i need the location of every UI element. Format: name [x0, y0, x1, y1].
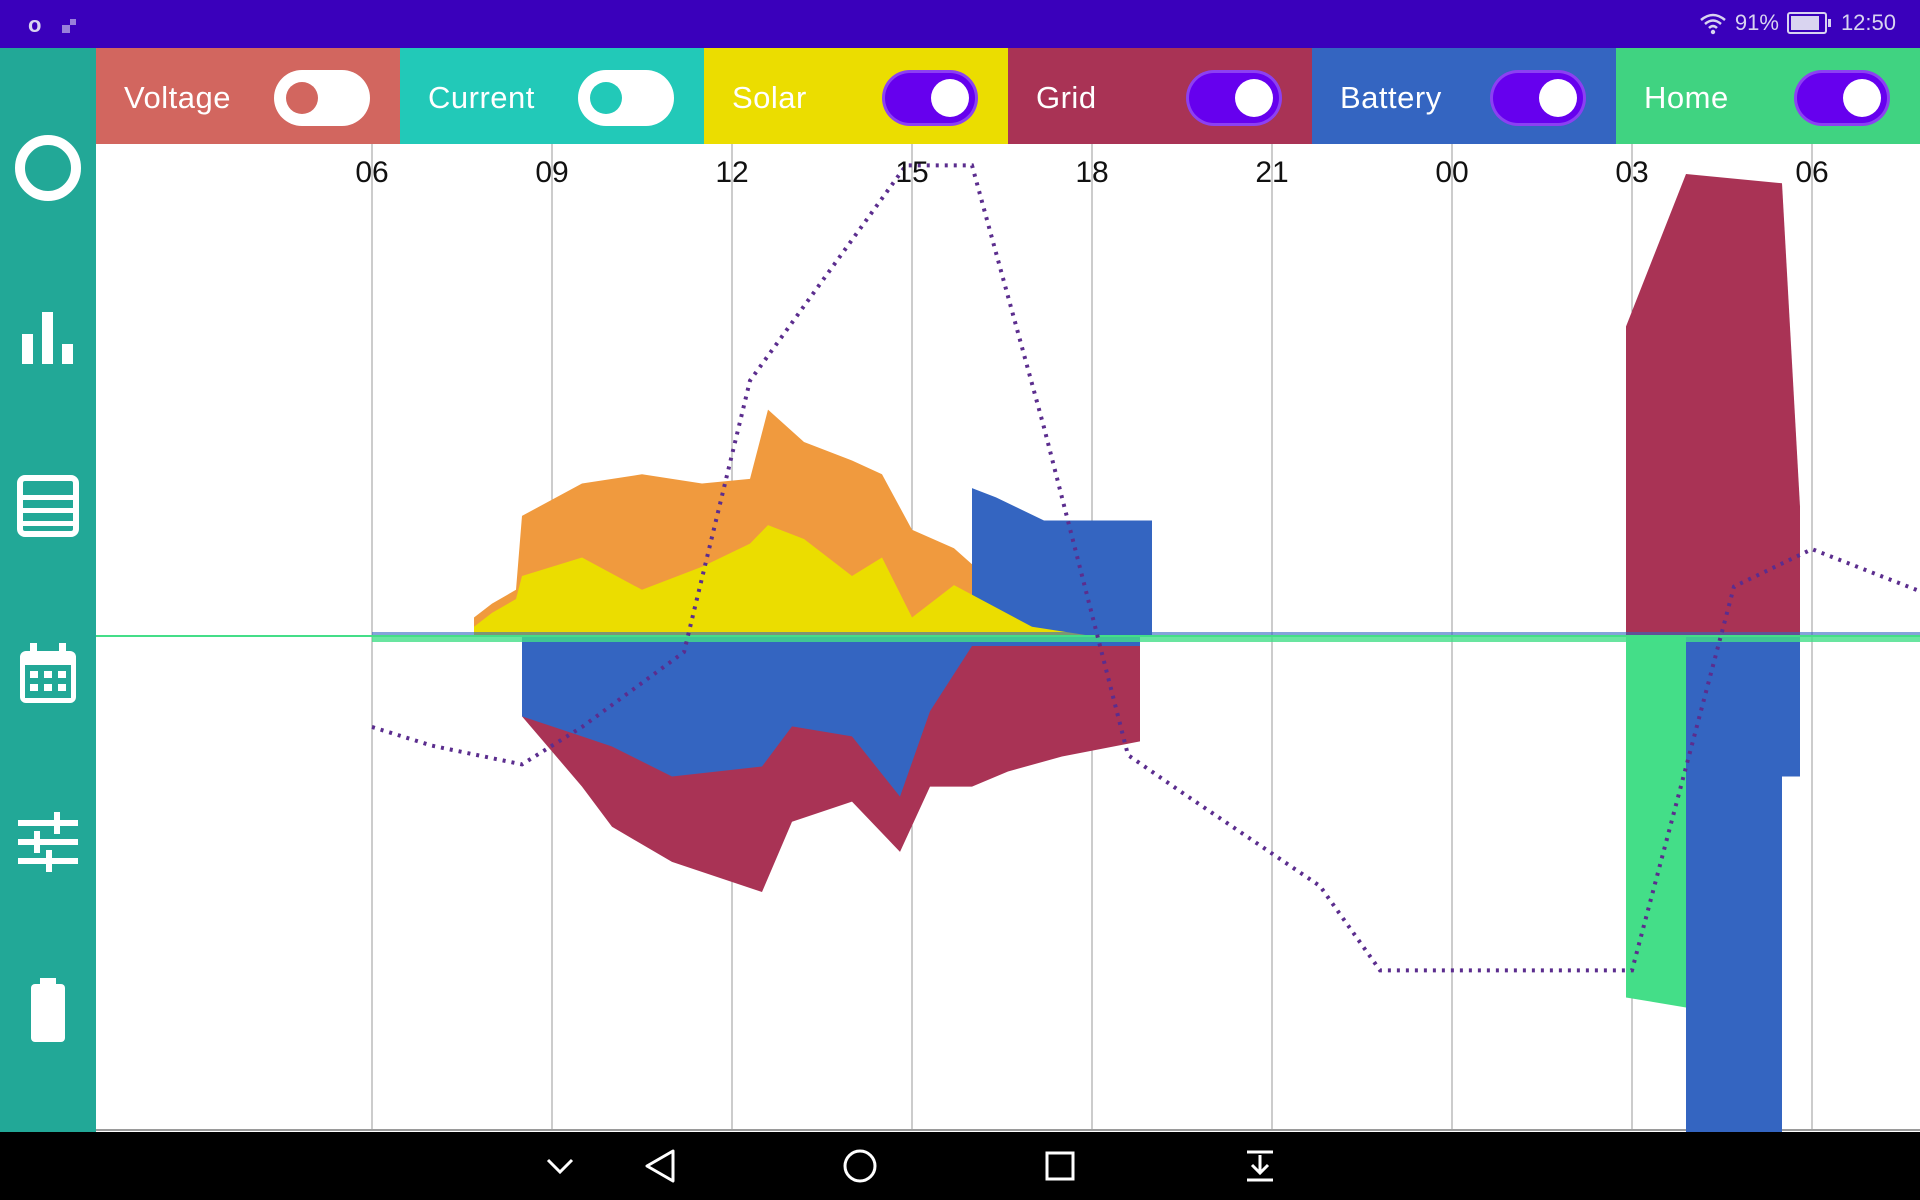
toggle-voltage: Voltage — [96, 48, 400, 144]
x-tick-label: 06 — [355, 156, 388, 189]
navigation-bar — [0, 1132, 1920, 1200]
recents-icon — [1045, 1151, 1075, 1181]
toggle-switch-current[interactable] — [578, 70, 674, 126]
battery-icon — [31, 978, 65, 1042]
toggle-battery: Battery — [1312, 48, 1616, 144]
toggle-label: Battery — [1340, 80, 1442, 115]
sidebar — [0, 48, 96, 1132]
sidebar-item-battery[interactable] — [14, 976, 82, 1044]
notification-pull-button[interactable] — [1240, 1146, 1280, 1186]
list-icon — [17, 475, 79, 537]
sidebar-item-log[interactable] — [14, 472, 82, 540]
home-button[interactable] — [840, 1146, 880, 1186]
x-tick-label: 03 — [1615, 156, 1648, 189]
toggle-solar: Solar — [704, 48, 1008, 144]
status-bar: o 91% 12:50 — [0, 0, 1920, 48]
toggle-home: Home — [1616, 48, 1920, 144]
chevron-down-icon — [546, 1158, 574, 1175]
x-tick-label: 18 — [1075, 156, 1108, 189]
battery-icon — [1786, 12, 1831, 34]
sidebar-item-settings[interactable] — [14, 808, 82, 876]
calendar-icon — [20, 643, 76, 703]
area-negative-battery — [1686, 636, 1782, 1132]
switch-knob — [1539, 79, 1577, 117]
x-tick-label: 12 — [715, 156, 748, 189]
battery-percent: 91% — [1734, 10, 1779, 35]
toggle-label: Grid — [1036, 80, 1097, 115]
toggle-grid: Grid — [1008, 48, 1312, 144]
back-button[interactable] — [640, 1146, 680, 1186]
toggle-label: Voltage — [124, 80, 231, 115]
bar-chart-icon — [22, 312, 73, 364]
toggle-switch-home[interactable] — [1794, 70, 1890, 126]
x-tick-label: 06 — [1795, 156, 1828, 189]
toggle-label: Current — [428, 80, 535, 115]
power-chart: 0609121518210003060912 — [96, 144, 1920, 1132]
toggle-switch-voltage[interactable] — [274, 70, 370, 126]
x-tick-label: 09 — [535, 156, 568, 189]
sidebar-item-stats[interactable] — [14, 304, 82, 372]
hide-nav-button[interactable] — [540, 1146, 580, 1186]
wifi-icon — [1700, 13, 1726, 35]
area-negative-battery — [1782, 636, 1800, 777]
x-tick-label: 21 — [1255, 156, 1288, 189]
notification-icon — [61, 19, 76, 34]
switch-knob — [286, 82, 318, 114]
home-icon — [843, 1149, 877, 1183]
circle-icon — [15, 135, 81, 201]
x-tick-label: 00 — [1435, 156, 1468, 189]
switch-knob — [590, 82, 622, 114]
toggle-current: Current — [400, 48, 704, 144]
recents-button[interactable] — [1040, 1146, 1080, 1186]
toggle-switch-battery[interactable] — [1490, 70, 1586, 126]
x-tick-label: 15 — [895, 156, 928, 189]
sidebar-item-calendar[interactable] — [14, 640, 82, 708]
series-toggle-bar: Voltage Current Solar Grid Battery Home — [96, 48, 1920, 144]
sliders-icon — [18, 812, 78, 872]
clock: 12:50 — [1840, 10, 1896, 35]
sidebar-item-live[interactable] — [14, 134, 82, 202]
toggle-switch-solar[interactable] — [882, 70, 978, 126]
toggle-switch-grid[interactable] — [1186, 70, 1282, 126]
status-left-text: o — [28, 12, 42, 37]
back-icon — [645, 1149, 675, 1183]
toggle-label: Home — [1644, 80, 1729, 115]
switch-knob — [1235, 79, 1273, 117]
switch-knob — [931, 79, 969, 117]
switch-knob — [1843, 79, 1881, 117]
notification-pull-icon — [1247, 1150, 1273, 1182]
toggle-label: Solar — [732, 80, 807, 115]
